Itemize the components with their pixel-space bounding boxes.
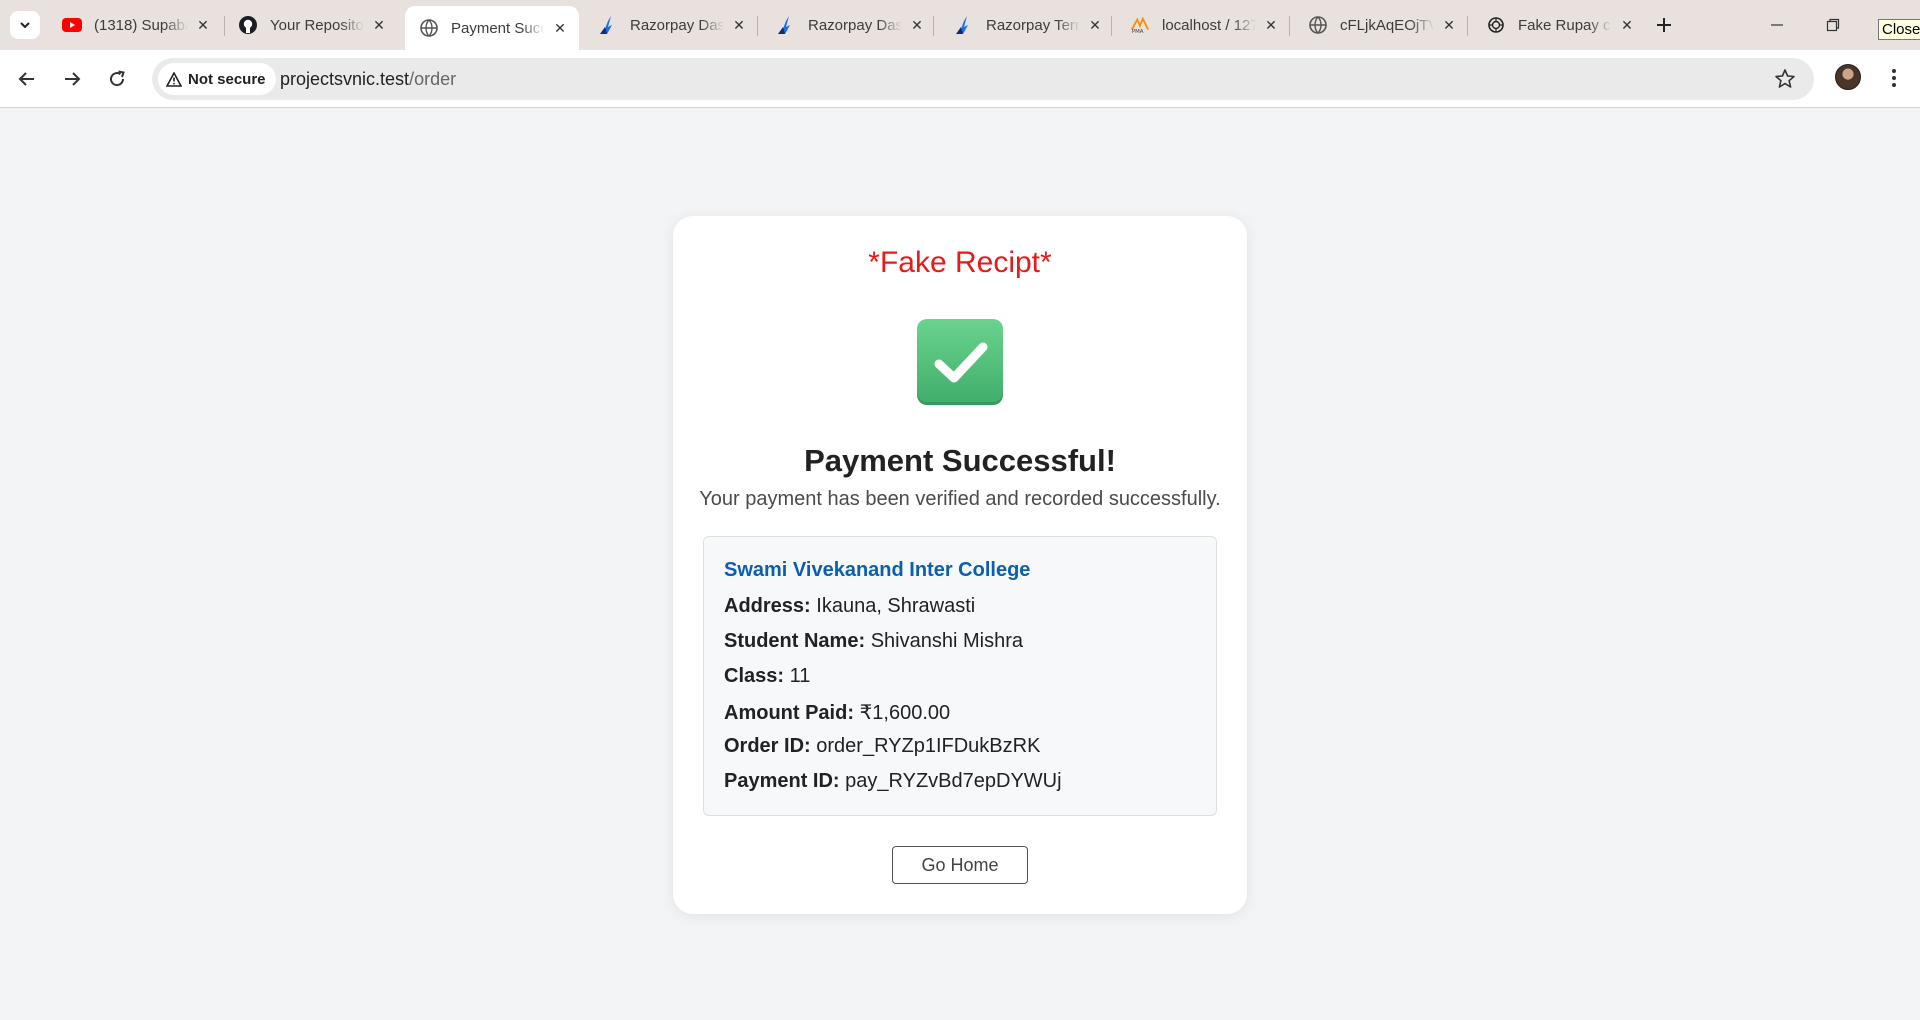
detail-value: Shivanshi Mishra (870, 630, 1023, 652)
globe-icon (1308, 15, 1328, 35)
detail-row-amount-paid: Amount Paid: ₹1,600.00 (724, 700, 950, 725)
tab-title: Your Repositories (270, 16, 364, 34)
tab-title: Razorpay Dashboard (630, 16, 724, 34)
plus-icon (1657, 18, 1671, 32)
tab-title: localhost / 127.0.0.1 (1162, 16, 1256, 34)
more-vertical-icon (1892, 69, 1896, 87)
minimize-icon (1771, 24, 1783, 26)
restore-button[interactable] (1810, 8, 1856, 42)
bookmark-star-icon[interactable] (1774, 68, 1796, 90)
reload-button[interactable] (100, 62, 134, 96)
tab-razorpay-2[interactable]: Razorpay Dashboard ✕ (762, 7, 936, 43)
forward-button[interactable] (55, 62, 89, 96)
detail-value: ₹1,600.00 (859, 702, 951, 724)
close-icon[interactable]: ✕ (551, 19, 569, 37)
detail-value: order_RYZp1IFDukBzRK (816, 735, 1041, 757)
detail-label: Amount Paid: (724, 702, 854, 724)
tab-razorpay-1[interactable]: Razorpay Dashboard ✕ (584, 7, 758, 43)
razorpay-icon (954, 15, 974, 35)
close-icon[interactable]: ✕ (1618, 16, 1636, 34)
restore-icon (1826, 18, 1840, 32)
detail-row-class: Class: 11 (724, 665, 810, 688)
close-icon[interactable]: ✕ (908, 16, 926, 34)
close-icon[interactable]: ✕ (370, 16, 388, 34)
receipt-card: *Fake Recipt* Payment Successful! Your p… (673, 216, 1247, 914)
chevron-down-icon (20, 22, 30, 29)
tab-razorpay-3[interactable]: Razorpay Terms ✕ (940, 7, 1114, 43)
minimize-button[interactable] (1754, 8, 1800, 42)
svg-text:PMA: PMA (1132, 29, 1144, 34)
tab-separator (933, 16, 934, 36)
detail-label: Order ID: (724, 735, 811, 757)
detail-label: Class: (724, 665, 785, 687)
reload-icon (110, 70, 125, 87)
arrow-left-icon (18, 72, 34, 86)
tab-payment-success[interactable]: Payment Success ✕ (405, 6, 579, 50)
detail-value: 11 (789, 665, 811, 687)
detail-value: Ikauna, Shrawasti (816, 595, 976, 617)
school-name: Swami Vivekanand Inter College (724, 559, 1031, 581)
youtube-icon (62, 15, 82, 35)
address-bar[interactable]: Not secure projectsvnic.test/order (152, 58, 1814, 100)
url-path: /order (409, 69, 457, 89)
security-label: Not secure (188, 70, 266, 88)
tab-title: cFLjkAqEOjTV (1340, 16, 1434, 34)
detail-row-order-id: Order ID: order_RYZp1IFDukBzRK (724, 735, 1040, 758)
new-tab-button[interactable] (1650, 11, 1678, 39)
warning-icon (166, 71, 182, 87)
phpmyadmin-icon: PMA (1130, 15, 1150, 35)
tab-title: Payment Success (451, 19, 545, 37)
openai-icon (1486, 15, 1506, 35)
razorpay-icon (598, 15, 618, 35)
razorpay-icon (776, 15, 796, 35)
github-icon (238, 15, 258, 35)
profile-avatar[interactable] (1835, 64, 1861, 90)
close-icon[interactable]: ✕ (194, 16, 212, 34)
globe-icon (419, 18, 439, 38)
back-button[interactable] (10, 62, 44, 96)
url-text[interactable]: projectsvnic.test/order (280, 69, 456, 90)
detail-label: Student Name: (724, 630, 866, 652)
close-icon[interactable]: ✕ (1086, 16, 1104, 34)
tab-title: (1318) Supabase (94, 16, 188, 34)
detail-label: Address: (724, 595, 811, 617)
tab-title: Razorpay Dashboard (808, 16, 902, 34)
check-mark-icon (917, 319, 1003, 405)
payment-details-box: Swami Vivekanand Inter College Address: … (703, 536, 1217, 816)
detail-label: Payment ID: (724, 770, 840, 792)
detail-row-address: Address: Ikauna, Shrawasti (724, 595, 975, 618)
site-security-chip[interactable]: Not secure (158, 63, 276, 95)
close-tooltip: Close (1878, 19, 1920, 40)
tab-separator (1467, 16, 1468, 36)
tab-separator (757, 16, 758, 36)
success-message: Your payment has been verified and recor… (699, 488, 1221, 510)
go-home-button[interactable]: Go Home (892, 846, 1028, 884)
tab-generic[interactable]: cFLjkAqEOjTV ✕ (1294, 7, 1468, 43)
tab-youtube[interactable]: (1318) Supabase ✕ (48, 7, 222, 43)
tab-strip: (1318) Supabase ✕ Your Repositories ✕ Pa… (0, 0, 1920, 50)
detail-value: pay_RYZvBd7epDYWUj (845, 770, 1062, 792)
detail-row-payment-id: Payment ID: pay_RYZvBd7epDYWUj (724, 770, 1062, 793)
tab-github[interactable]: Your Repositories ✕ (224, 7, 398, 43)
tab-chatgpt[interactable]: Fake Rupay card ✕ (1472, 7, 1646, 43)
fake-receipt-warning: *Fake Recipt* (868, 246, 1052, 279)
close-icon[interactable]: ✕ (730, 16, 748, 34)
browser-toolbar: Not secure projectsvnic.test/order (0, 50, 1920, 108)
arrow-right-icon (65, 72, 81, 86)
tab-title: Razorpay Terms (986, 16, 1080, 34)
close-icon[interactable]: ✕ (1440, 16, 1458, 34)
browser-menu-button[interactable] (1882, 62, 1906, 94)
close-icon[interactable]: ✕ (1262, 16, 1280, 34)
tab-search-button[interactable] (10, 11, 40, 39)
detail-row-student-name: Student Name: Shivanshi Mishra (724, 630, 1023, 653)
success-heading: Payment Successful! (804, 443, 1116, 478)
tab-separator (1111, 16, 1112, 36)
tab-title: Fake Rupay card (1518, 16, 1612, 34)
url-host: projectsvnic.test (280, 69, 410, 89)
tab-phpmyadmin[interactable]: PMA localhost / 127.0.0.1 ✕ (1116, 7, 1290, 43)
tab-separator (1289, 16, 1290, 36)
